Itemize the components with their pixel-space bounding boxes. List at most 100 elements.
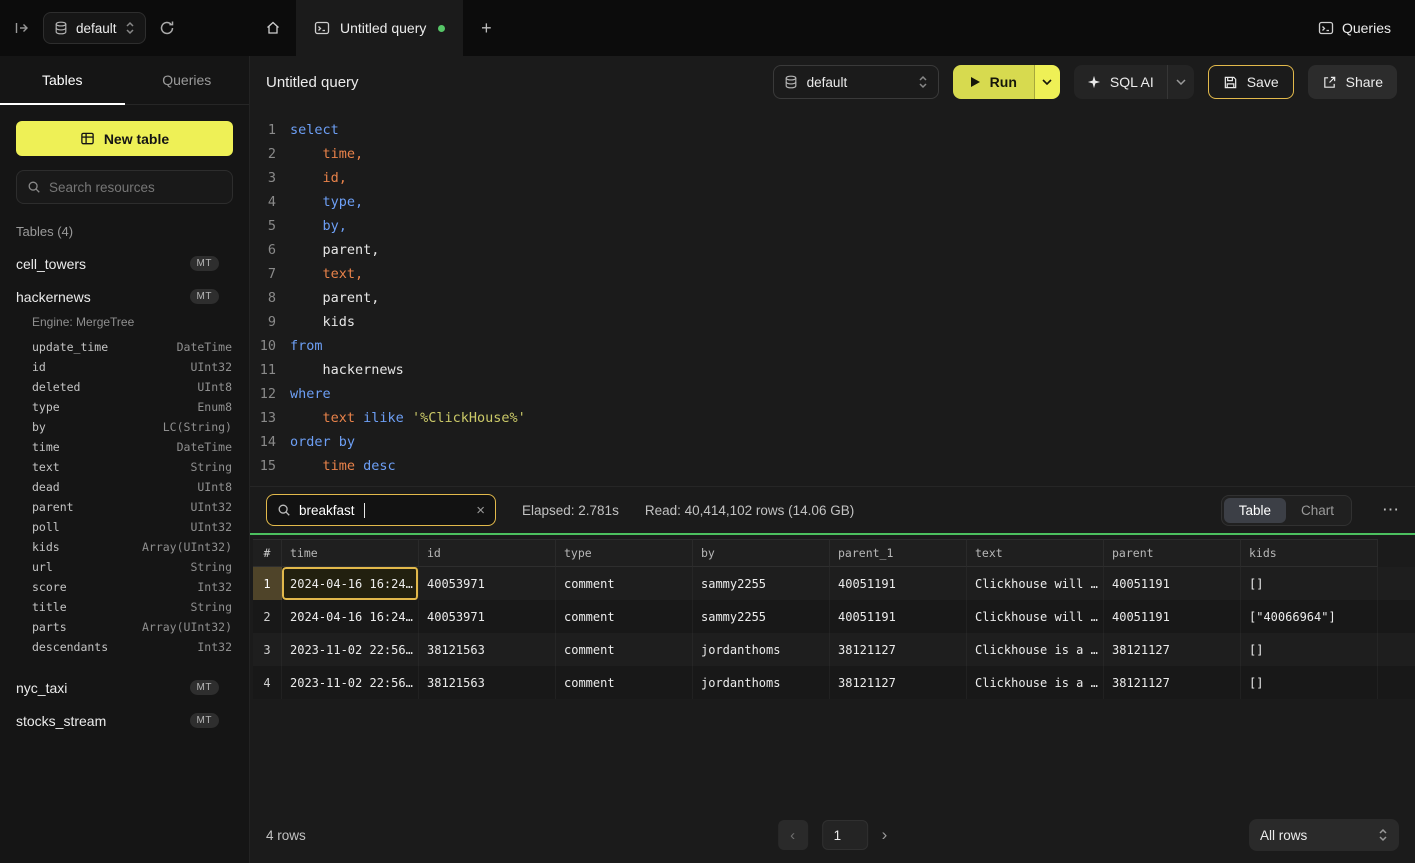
schema-column-row[interactable]: partsArray(UInt32) bbox=[0, 617, 249, 637]
row-number[interactable]: 1 bbox=[253, 567, 282, 600]
table-cell[interactable]: ["40066964"] bbox=[1241, 600, 1378, 633]
table-cell[interactable]: jordanthoms bbox=[693, 666, 830, 699]
sidebar-tab-queries[interactable]: Queries bbox=[125, 56, 250, 104]
run-options-button[interactable] bbox=[1034, 65, 1060, 99]
column-header[interactable]: parent_1 bbox=[830, 539, 967, 567]
view-chart-segment[interactable]: Chart bbox=[1286, 498, 1349, 523]
column-header[interactable]: type bbox=[556, 539, 693, 567]
view-table-segment[interactable]: Table bbox=[1224, 498, 1286, 523]
editor-line[interactable]: 11 hackernews bbox=[250, 358, 1415, 382]
column-header[interactable]: kids bbox=[1241, 539, 1378, 567]
editor-line[interactable]: 9 kids bbox=[250, 310, 1415, 334]
page-number-box[interactable]: 1 bbox=[822, 820, 868, 850]
schema-column-row[interactable]: timeDateTime bbox=[0, 437, 249, 457]
schema-column-row[interactable]: textString bbox=[0, 457, 249, 477]
results-search-input[interactable]: breakfast × bbox=[266, 494, 496, 526]
rows-per-page-selector[interactable]: All rows bbox=[1249, 819, 1399, 851]
table-cell[interactable]: 40051191 bbox=[830, 600, 967, 633]
editor-line[interactable]: 6 parent, bbox=[250, 238, 1415, 262]
column-header[interactable]: # bbox=[253, 539, 282, 567]
table-row[interactable]: 22024-04-16 16:24…40053971commentsammy22… bbox=[253, 600, 1415, 633]
editor-line[interactable]: 8 parent, bbox=[250, 286, 1415, 310]
table-cell[interactable]: 40051191 bbox=[830, 567, 967, 600]
table-cell[interactable]: 38121127 bbox=[1104, 666, 1241, 699]
table-cell[interactable]: [] bbox=[1241, 666, 1378, 699]
sidebar-table-cell_towers[interactable]: cell_towers MT bbox=[0, 247, 249, 280]
column-header[interactable]: time bbox=[282, 539, 419, 567]
table-cell[interactable]: [] bbox=[1241, 633, 1378, 666]
table-cell[interactable]: comment bbox=[556, 600, 693, 633]
column-header[interactable]: id bbox=[419, 539, 556, 567]
editor-line[interactable]: 1select bbox=[250, 118, 1415, 142]
table-cell[interactable]: Clickhouse will … bbox=[967, 600, 1104, 633]
table-cell[interactable]: 40051191 bbox=[1104, 600, 1241, 633]
new-tab-button[interactable]: + bbox=[463, 0, 509, 56]
table-cell[interactable]: sammy2255 bbox=[693, 600, 830, 633]
run-button[interactable]: Run bbox=[953, 65, 1034, 99]
schema-column-row[interactable]: scoreInt32 bbox=[0, 577, 249, 597]
schema-column-row[interactable]: pollUInt32 bbox=[0, 517, 249, 537]
table-cell[interactable]: 38121127 bbox=[1104, 633, 1241, 666]
table-cell[interactable]: Clickhouse is a … bbox=[967, 666, 1104, 699]
editor-line[interactable]: 10from bbox=[250, 334, 1415, 358]
sidebar-table-hackernews[interactable]: hackernews MT bbox=[0, 280, 249, 313]
table-cell[interactable]: 2023-11-02 22:56… bbox=[282, 666, 419, 699]
clear-search-icon[interactable]: × bbox=[476, 502, 485, 519]
table-cell[interactable]: Clickhouse is a … bbox=[967, 633, 1104, 666]
table-cell[interactable]: sammy2255 bbox=[693, 567, 830, 600]
table-cell[interactable]: 2024-04-16 16:24… bbox=[282, 567, 419, 600]
editor-line[interactable]: 3 id, bbox=[250, 166, 1415, 190]
new-table-button[interactable]: New table bbox=[16, 121, 233, 156]
table-cell[interactable]: comment bbox=[556, 567, 693, 600]
schema-column-row[interactable]: descendantsInt32 bbox=[0, 637, 249, 657]
schema-column-row[interactable]: deletedUInt8 bbox=[0, 377, 249, 397]
table-cell[interactable]: 38121127 bbox=[830, 633, 967, 666]
table-cell[interactable]: [] bbox=[1241, 567, 1378, 600]
schema-column-row[interactable]: deadUInt8 bbox=[0, 477, 249, 497]
next-page-button[interactable]: › bbox=[882, 825, 888, 845]
share-button[interactable]: Share bbox=[1308, 65, 1397, 99]
table-row[interactable]: 12024-04-16 16:24…40053971commentsammy22… bbox=[253, 567, 1415, 600]
editor-line[interactable]: 15 time desc bbox=[250, 454, 1415, 478]
editor-line[interactable]: 4 type, bbox=[250, 190, 1415, 214]
table-cell[interactable]: 38121127 bbox=[830, 666, 967, 699]
schema-column-row[interactable]: idUInt32 bbox=[0, 357, 249, 377]
table-row[interactable]: 32023-11-02 22:56…38121563commentjordant… bbox=[253, 633, 1415, 666]
table-cell[interactable]: 40053971 bbox=[419, 600, 556, 633]
editor-line[interactable]: 7 text, bbox=[250, 262, 1415, 286]
editor-line[interactable]: 13 text ilike '%ClickHouse%' bbox=[250, 406, 1415, 430]
table-cell[interactable]: comment bbox=[556, 633, 693, 666]
table-cell[interactable]: 40053971 bbox=[419, 567, 556, 600]
schema-column-row[interactable]: urlString bbox=[0, 557, 249, 577]
tab-untitled-query[interactable]: Untitled query bbox=[296, 0, 463, 56]
row-number[interactable]: 3 bbox=[253, 633, 282, 666]
query-database-selector[interactable]: default bbox=[773, 65, 939, 99]
table-cell[interactable]: Clickhouse will … bbox=[967, 567, 1104, 600]
schema-column-row[interactable]: titleString bbox=[0, 597, 249, 617]
editor-line[interactable]: 14order by bbox=[250, 430, 1415, 454]
table-cell[interactable]: 38121563 bbox=[419, 633, 556, 666]
collapse-sidebar-icon[interactable] bbox=[14, 20, 30, 36]
table-cell[interactable]: 40051191 bbox=[1104, 567, 1241, 600]
sidebar-search[interactable] bbox=[16, 170, 233, 204]
sql-editor[interactable]: 1select2 time,3 id,4 type,5 by,6 parent,… bbox=[250, 108, 1415, 486]
column-header[interactable]: text bbox=[967, 539, 1104, 567]
previous-page-button[interactable]: ‹ bbox=[778, 820, 808, 850]
table-row[interactable]: 42023-11-02 22:56…38121563commentjordant… bbox=[253, 666, 1415, 699]
schema-column-row[interactable]: byLC(String) bbox=[0, 417, 249, 437]
table-cell[interactable]: 38121563 bbox=[419, 666, 556, 699]
column-header[interactable]: parent bbox=[1104, 539, 1241, 567]
schema-column-row[interactable]: typeEnum8 bbox=[0, 397, 249, 417]
editor-line[interactable]: 2 time, bbox=[250, 142, 1415, 166]
table-cell[interactable]: jordanthoms bbox=[693, 633, 830, 666]
sidebar-tab-tables[interactable]: Tables bbox=[0, 56, 125, 104]
sidebar-table-nyc_taxi[interactable]: nyc_taxi MT bbox=[0, 671, 249, 704]
sidebar-table-stocks_stream[interactable]: stocks_stream MT bbox=[0, 704, 249, 737]
search-resources-input[interactable] bbox=[49, 180, 226, 195]
sql-ai-options-button[interactable] bbox=[1167, 65, 1194, 99]
editor-line[interactable]: 5 by, bbox=[250, 214, 1415, 238]
table-cell[interactable]: 2024-04-16 16:24… bbox=[282, 600, 419, 633]
column-header[interactable]: by bbox=[693, 539, 830, 567]
table-cell[interactable]: 2023-11-02 22:56… bbox=[282, 633, 419, 666]
editor-line[interactable]: 12where bbox=[250, 382, 1415, 406]
